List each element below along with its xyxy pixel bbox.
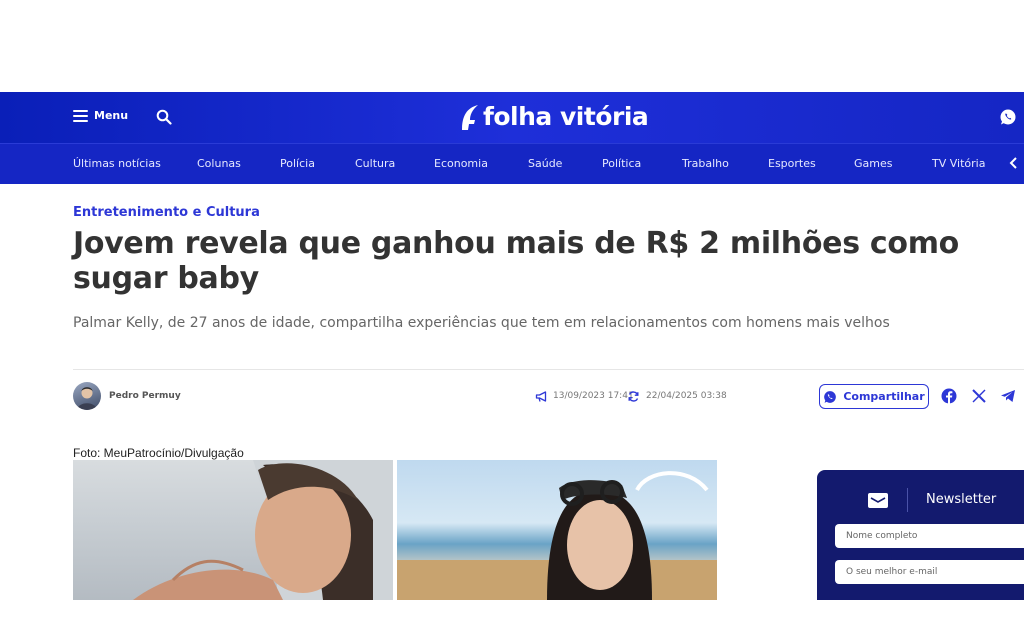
category-nav: Últimas notícias Colunas Polícia Cultura… (0, 143, 1024, 184)
nav-item-games[interactable]: Games (854, 157, 892, 170)
share-label: Compartilhar (843, 390, 925, 403)
nav-item-economia[interactable]: Economia (434, 157, 488, 170)
search-icon[interactable] (156, 109, 172, 125)
divider (73, 369, 1024, 370)
person-icon (77, 387, 97, 410)
article-title: Jovem revela que ganhou mais de R$ 2 mil… (73, 226, 959, 296)
article-category[interactable]: Entretenimento e Cultura (73, 205, 260, 220)
article-photo-left (73, 460, 393, 600)
whatsapp-icon[interactable] (999, 108, 1017, 126)
nav-item-politica[interactable]: Política (602, 157, 641, 170)
woman-beach-image (397, 471, 717, 600)
nav-item-colunas[interactable]: Colunas (197, 157, 241, 170)
nav-item-cultura[interactable]: Cultura (355, 157, 395, 170)
newsletter-separator (907, 488, 908, 512)
newsletter-title: Newsletter (926, 492, 997, 507)
whatsapp-icon (824, 390, 837, 403)
article-photo-right (397, 460, 717, 600)
published-date: 13/09/2023 17:41 (553, 391, 634, 401)
newsletter-box: Newsletter (817, 470, 1024, 600)
newsletter-email-input[interactable] (835, 560, 1024, 584)
menu-button[interactable]: Menu (73, 109, 128, 122)
megaphone-icon (535, 391, 547, 402)
site-logo[interactable]: folha vitória (458, 102, 649, 131)
nav-item-tv-vitoria[interactable]: TV Vitória (932, 157, 985, 170)
facebook-icon[interactable] (941, 388, 957, 404)
author-name[interactable]: Pedro Permuy (109, 391, 181, 401)
article-subtitle: Palmar Kelly, de 27 anos de idade, compa… (73, 315, 890, 331)
updated-date: 22/04/2025 03:38 (646, 391, 727, 401)
newsletter-name-input[interactable] (835, 524, 1024, 548)
site-header: Menu folha vitória (0, 92, 1024, 143)
menu-label: Menu (94, 109, 129, 122)
telegram-icon[interactable] (1000, 388, 1016, 404)
nav-item-saude[interactable]: Saúde (528, 157, 562, 170)
hamburger-icon (73, 109, 88, 122)
mail-icon (868, 493, 888, 508)
refresh-icon (628, 391, 639, 402)
woman-portrait-image (133, 460, 393, 600)
x-icon[interactable] (971, 388, 987, 404)
nav-item-trabalho[interactable]: Trabalho (682, 157, 729, 170)
share-button[interactable]: Compartilhar (819, 384, 929, 409)
chevron-left-icon[interactable] (1009, 156, 1019, 170)
top-blank-area (0, 0, 1024, 92)
nav-item-policia[interactable]: Polícia (280, 157, 315, 170)
photo-caption: Foto: MeuPatrocínio/Divulgação (73, 446, 244, 460)
logo-text: folha vitória (483, 102, 649, 131)
nav-item-ultimas-noticias[interactable]: Últimas notícias (73, 157, 161, 170)
author-avatar[interactable] (73, 382, 101, 410)
logo-leaf-icon (462, 104, 478, 130)
nav-item-esportes[interactable]: Esportes (768, 157, 816, 170)
